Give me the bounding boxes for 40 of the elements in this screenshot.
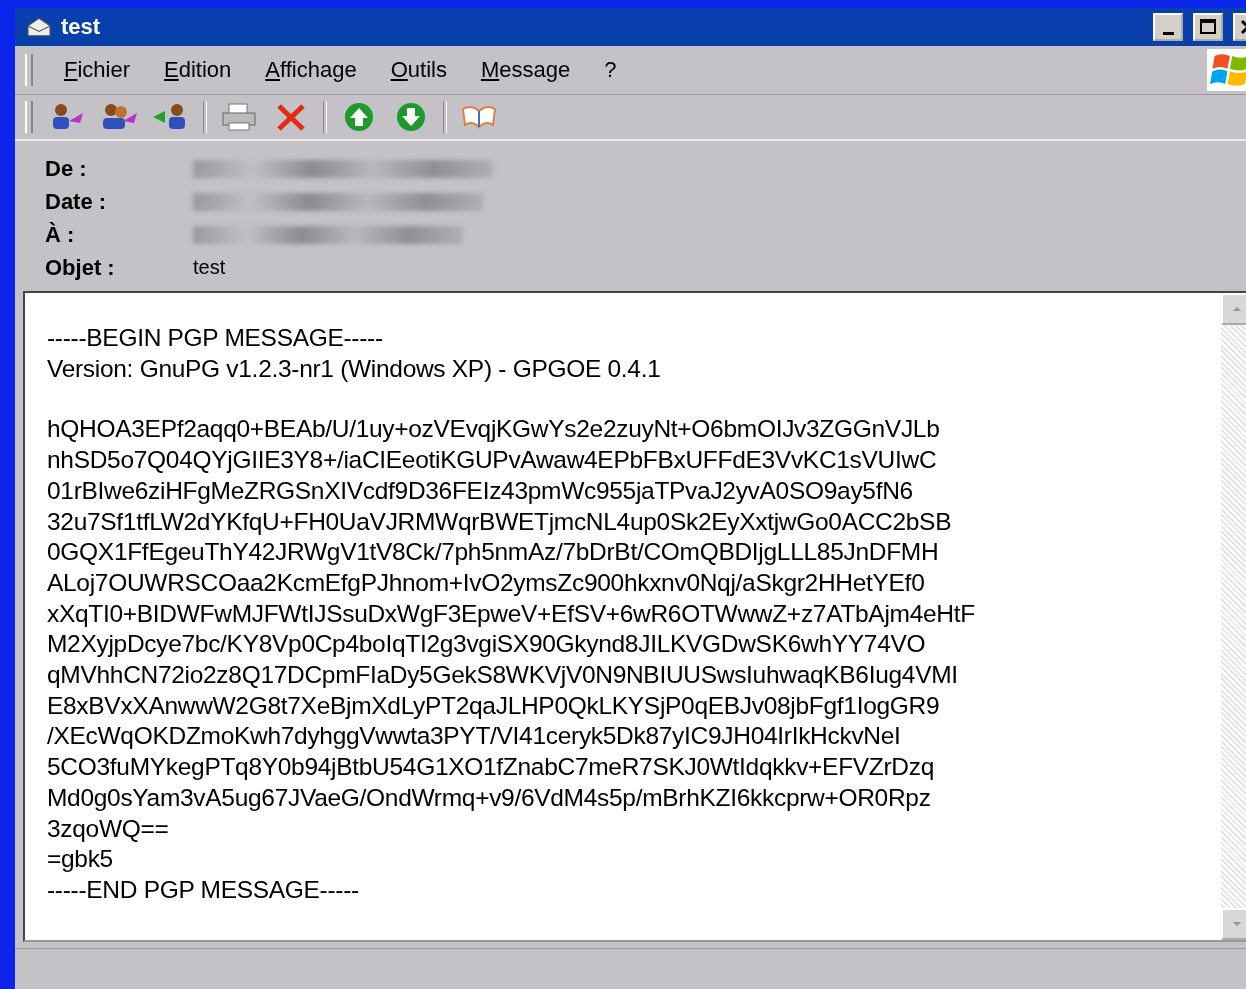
menu-item[interactable]: Message xyxy=(463,57,588,83)
menu-item[interactable]: ? xyxy=(587,57,634,83)
field-label: Objet : xyxy=(45,254,116,281)
message-line: 5CO3fuMYkegPTq8Y0b94jBtbU54G1XO1fZnabC7meR7SKJ0WtIdqkkv+EFVZrDzq xyxy=(47,752,936,783)
printer-icon[interactable] xyxy=(219,101,259,133)
menu-item[interactable]: Affichage xyxy=(248,57,374,83)
minimize-icon xyxy=(1162,31,1174,35)
message-line: -----END PGP MESSAGE----- xyxy=(47,874,360,905)
scroll-bar[interactable] xyxy=(1221,293,1246,940)
grip-handle[interactable] xyxy=(25,101,33,133)
message-line: 01rBIwe6ziHFgMeZRGSnXIVcdf9D36FEIz43pmWc955jaTPvaJ2yvA0SO9ay5fN6 xyxy=(47,475,914,506)
maximize-icon xyxy=(1198,17,1218,37)
message-line: xXqTI0+BIDWFwMJFWtIJSsuDxWgF3EpweV+EfSV+6wR6OTWwwZ+z7ATbAjm4eHtF xyxy=(47,598,976,629)
field-label: À : xyxy=(45,221,76,248)
message-line: ALoj7OUWRSCOaa2KcmEfgPJhnom+IvO2ymsZc900hkxnv0Nqj/aSkgr2HHetYEf0 xyxy=(47,567,926,598)
grip-handle[interactable] xyxy=(25,54,33,86)
field-value: test xyxy=(193,256,226,279)
flag-logo xyxy=(1207,49,1246,91)
message-line: hQHOA3EPf2aqq0+BEAb/U/1uy+ozVEvqjKGwYs2e2zuyNt+O6bmOIJv3ZGGnVJLb xyxy=(47,414,941,445)
envelope-icon xyxy=(25,16,53,38)
menu-item[interactable]: Edition xyxy=(147,57,249,83)
field-label: De : xyxy=(45,155,88,182)
message-line: Version: GnuPG v1.2.3-nr1 (Windows XP) - GPGOE 0.4.1 xyxy=(47,353,662,384)
message-line: E8xBVxXAnwwW2G8t7XeBjmXdLyPT2qaJLHP0QkLKYSjP0qEBJv08jbFgf1IogGR9 xyxy=(47,690,941,721)
menu-item[interactable]: Fichier xyxy=(47,57,148,83)
message-line: 3zqoWQ== xyxy=(47,813,170,844)
message-line: 0GQX1FfEgeuThY42JRWgV1tV8Ck/7ph5nmAz/7bDrBt/COmQBDIjgLLL85JnDFMH xyxy=(47,537,940,568)
message-line: -----BEGIN PGP MESSAGE----- xyxy=(47,323,384,353)
menu-item[interactable]: Outils xyxy=(373,57,464,83)
message-line: =gbk5 xyxy=(47,844,114,875)
field-label: Date : xyxy=(45,188,108,215)
window-title: test xyxy=(61,14,101,40)
message-line: /XEcWqOKDZmoKwh7dyhggVwwta3PYT/VI41ceryk5Dk87yIC9JH04IrIkHckvNeI xyxy=(47,721,902,752)
minimize-button[interactable] xyxy=(1153,13,1183,41)
message-line: M2XyjpDcye7bc/KY8Vp0Cp4boIqTI2g3vgiSX90Gkynd8JILKVGDwSK6whYY74VO xyxy=(47,629,927,660)
maximize-button[interactable] xyxy=(1193,13,1223,41)
message-line: 32u7Sf1tfLW2dYKfqU+FH0UaVJRMWqrBWETjmcNL4up0Sk2EyXxtjwGo0ACC2bSB xyxy=(47,506,953,537)
message-line: nhSD5o7Q04QYjGIIE3Y8+/iaCIEeotiKGUPvAwaw4EPbFBxUFFdE3VvKC1sVUIwC xyxy=(47,445,938,476)
message-line: Md0g0sYam3vA5ug67JVaeG/OndWrmq+v9/6VdM4s5p/mBrhKZI6kkcprw+OR0Rpz xyxy=(47,782,932,813)
message-line: qMVhhCN72io2z8Q17DCpmFIaDy5GekS8WKVjV0N9NBIUUSwsIuhwaqKB6Iug4VMI xyxy=(47,660,959,691)
